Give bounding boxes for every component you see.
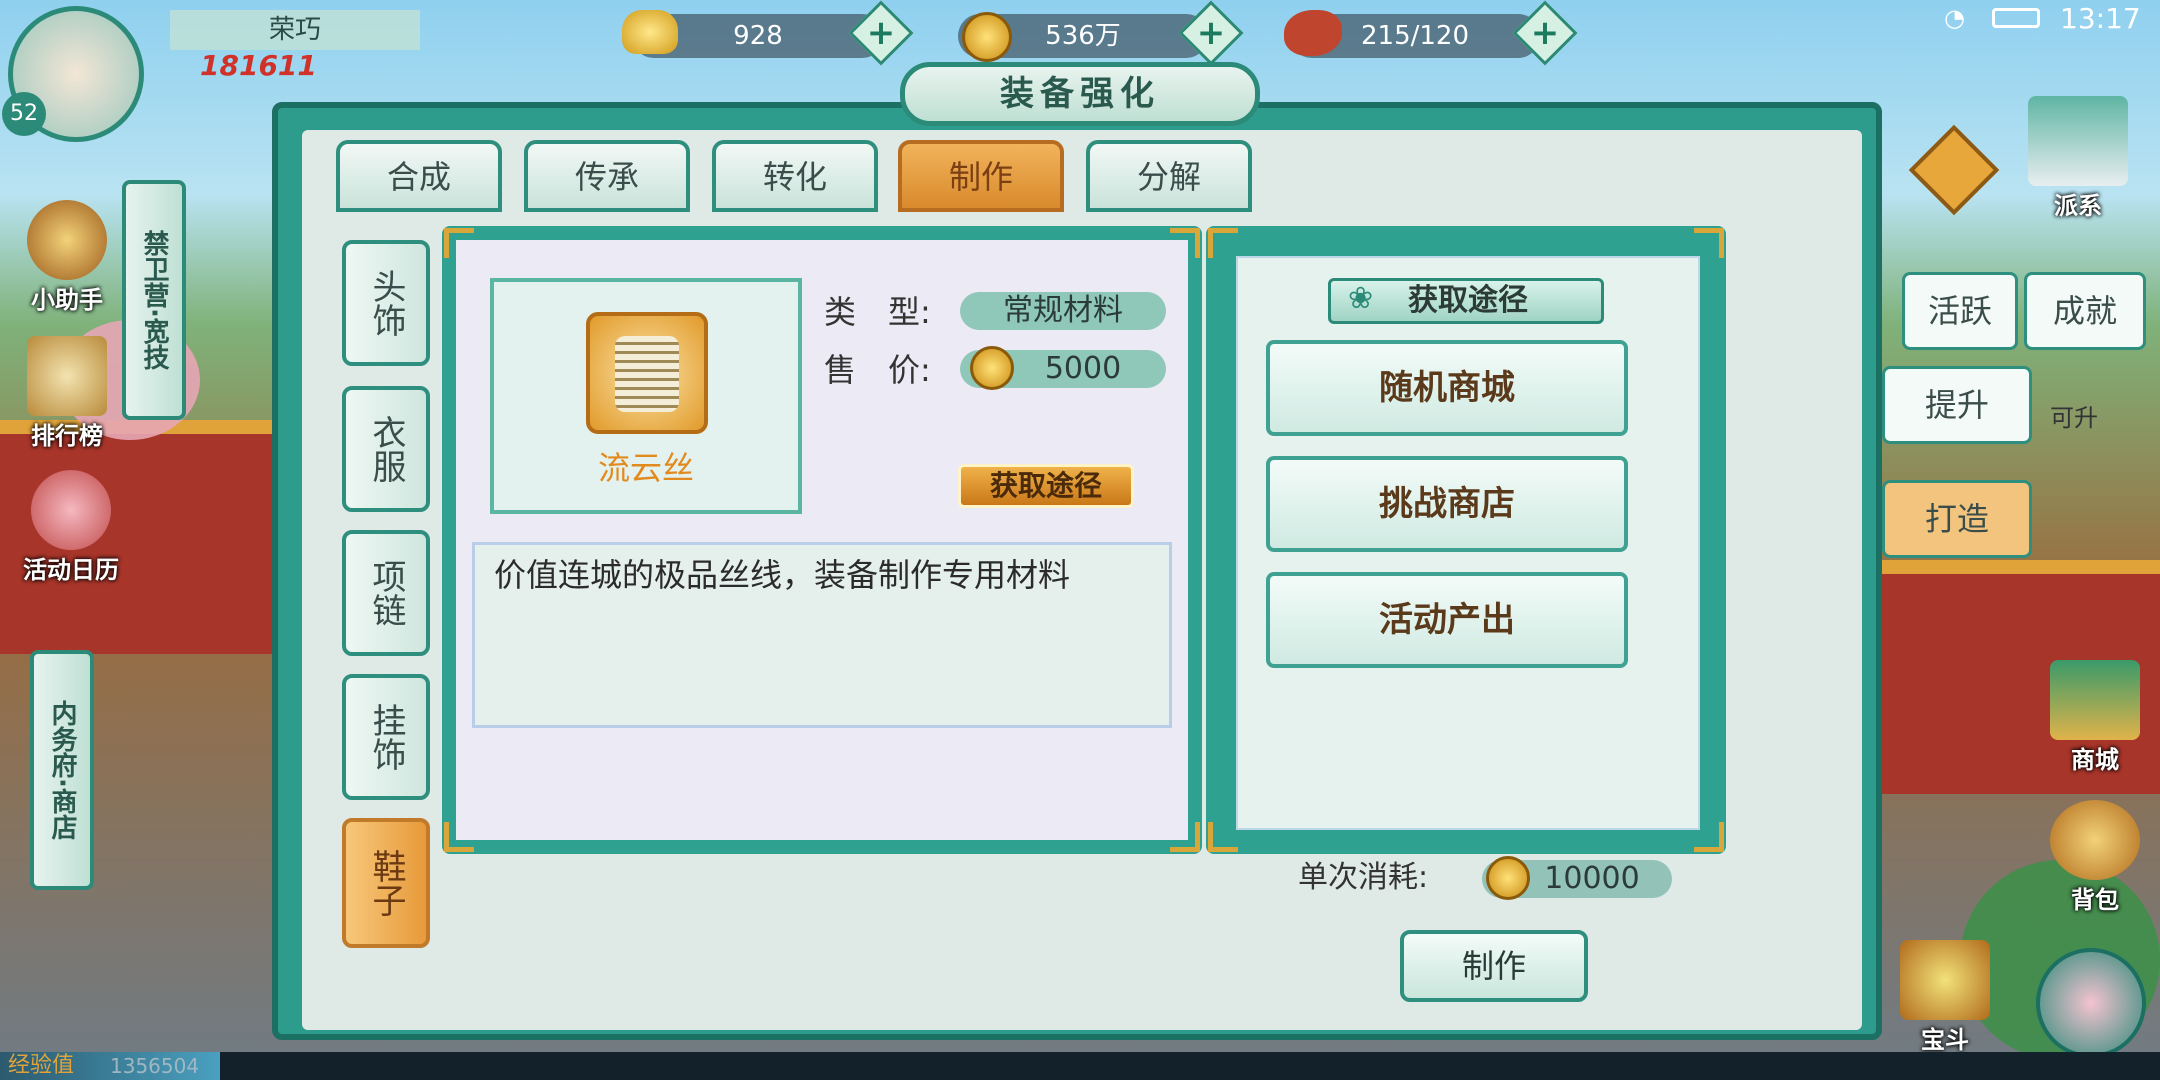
exp-label: 经验值 bbox=[8, 1053, 75, 1078]
flower-menu-button[interactable] bbox=[2036, 948, 2146, 1058]
helper-label: 小助手 bbox=[31, 286, 103, 314]
tab-inherit[interactable]: 传承 bbox=[524, 140, 690, 212]
faction-menu-item[interactable]: 派系 bbox=[2008, 96, 2148, 236]
activity-calendar-menu-item[interactable]: 活动日历 bbox=[6, 470, 136, 590]
source-random-mall[interactable]: 随机商城 bbox=[1266, 340, 1628, 436]
guard-camp-banner[interactable]: 禁卫营·宽技 bbox=[122, 180, 186, 420]
mall-icon bbox=[2050, 660, 2140, 740]
helper-icon bbox=[27, 200, 107, 280]
ranking-menu-item[interactable]: 排行榜 bbox=[12, 336, 122, 456]
stamina-value: 215/120 bbox=[1360, 21, 1469, 51]
corner-ornament bbox=[1208, 228, 1238, 258]
exp-bar bbox=[0, 1052, 2160, 1080]
battery-icon bbox=[1992, 8, 2040, 28]
upgrade-hint: 可升 bbox=[2050, 404, 2098, 432]
mall-label: 商城 bbox=[2071, 746, 2119, 774]
gold-ingot-icon bbox=[622, 10, 678, 54]
treasure-menu-item[interactable]: 宝斗 bbox=[1890, 940, 2000, 1060]
upgrade-button[interactable]: 提升 bbox=[1882, 366, 2032, 444]
player-power: 181611 bbox=[200, 49, 317, 82]
clock: 13:17 bbox=[2060, 2, 2141, 35]
ranking-label: 排行榜 bbox=[31, 422, 103, 450]
side-tab-headwear[interactable]: 头饰 bbox=[342, 240, 430, 366]
meat-icon bbox=[1284, 10, 1342, 56]
craft-button[interactable]: 制作 bbox=[1400, 930, 1588, 1002]
corner-ornament bbox=[1694, 228, 1724, 258]
player-level: 52 bbox=[2, 92, 46, 136]
wifi-icon: ◔ bbox=[1944, 4, 1965, 32]
tab-compose[interactable]: 合成 bbox=[336, 140, 502, 212]
type-label: 类 型: bbox=[824, 293, 931, 331]
craft-cost-label: 单次消耗: bbox=[1298, 860, 1429, 895]
bag-label: 背包 bbox=[2071, 886, 2119, 914]
tab-craft[interactable]: 制作 bbox=[898, 140, 1064, 212]
treasure-icon bbox=[1900, 940, 1990, 1020]
type-value: 常规材料 bbox=[960, 292, 1166, 330]
price-label: 售 价: bbox=[824, 351, 931, 389]
corner-ornament bbox=[1170, 822, 1200, 852]
bag-menu-item[interactable]: 背包 bbox=[2040, 800, 2150, 920]
item-name: 流云丝 bbox=[597, 449, 694, 487]
mall-menu-item[interactable]: 商城 bbox=[2040, 660, 2150, 780]
corner-ornament bbox=[1208, 822, 1238, 852]
corner-ornament bbox=[444, 228, 474, 258]
calendar-icon bbox=[31, 470, 111, 550]
corner-ornament bbox=[1694, 822, 1724, 852]
helper-menu-item[interactable]: 小助手 bbox=[12, 200, 122, 320]
window-title: 装备强化 bbox=[900, 62, 1260, 126]
item-description: 价值连城的极品丝线，装备制作专用材料 bbox=[494, 556, 1071, 594]
side-tab-shoes[interactable]: 鞋子 bbox=[342, 818, 430, 948]
forge-button[interactable]: 打造 bbox=[1882, 480, 2032, 558]
corner-ornament bbox=[444, 822, 474, 852]
copper-coin-value: 536万 bbox=[1045, 21, 1121, 51]
exp-value: 1356504 bbox=[110, 1054, 200, 1078]
lotus-icon: ❀ bbox=[1348, 281, 1374, 316]
tab-decompose[interactable]: 分解 bbox=[1086, 140, 1252, 212]
household-shop-banner[interactable]: 内务府·商店 bbox=[30, 650, 94, 890]
bag-icon bbox=[2050, 800, 2140, 880]
side-tab-pendant[interactable]: 挂饰 bbox=[342, 674, 430, 800]
achievement-button[interactable]: 成就 bbox=[2024, 272, 2146, 350]
player-name: 荣巧 bbox=[170, 10, 420, 50]
gold-ingot-value: 928 bbox=[733, 21, 783, 51]
side-tab-clothes[interactable]: 衣服 bbox=[342, 386, 430, 512]
treasure-label: 宝斗 bbox=[1921, 1026, 1969, 1054]
side-tab-necklace[interactable]: 项链 bbox=[342, 530, 430, 656]
copper-coin-icon bbox=[962, 12, 1012, 62]
activity-calendar-label: 活动日历 bbox=[23, 556, 119, 584]
activity-button[interactable]: 活跃 bbox=[1902, 272, 2018, 350]
close-button[interactable] bbox=[1908, 124, 2000, 216]
get-source-button[interactable]: 获取途径 bbox=[958, 464, 1134, 508]
craft-cost-coin-icon bbox=[1486, 856, 1530, 900]
spool-graphic bbox=[615, 336, 679, 412]
ranking-icon bbox=[27, 336, 107, 416]
source-event-drop[interactable]: 活动产出 bbox=[1266, 572, 1628, 668]
corner-ornament bbox=[1170, 228, 1200, 258]
tab-convert[interactable]: 转化 bbox=[712, 140, 878, 212]
faction-icon bbox=[2028, 96, 2128, 186]
faction-label: 派系 bbox=[2054, 192, 2102, 220]
source-challenge-shop[interactable]: 挑战商店 bbox=[1266, 456, 1628, 552]
price-coin-icon bbox=[970, 346, 1014, 390]
silk-spool-icon[interactable] bbox=[586, 312, 708, 434]
sources-title: 获取途径 bbox=[1408, 283, 1528, 318]
